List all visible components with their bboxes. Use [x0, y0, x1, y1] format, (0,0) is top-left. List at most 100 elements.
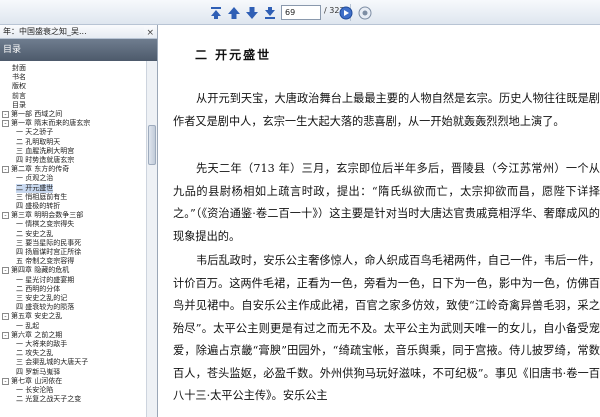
toc-item-label: 二 开元盛世 — [16, 183, 54, 193]
toc-item-label: 一 长安沦陷 — [16, 386, 54, 394]
toc-item[interactable]: - 第六章 之前之期 — [0, 331, 146, 340]
toc-item-label: 二 攻失之乱 — [16, 349, 54, 358]
toc-item[interactable]: 五 帝制之变宗容得 — [0, 257, 146, 266]
paragraph: 先天二年（713 年）三月，玄宗即位后半年多后，晋陵县（今江苏常州）一个从九品的… — [173, 162, 600, 243]
toc-item-label: 一 乱起 — [16, 321, 40, 330]
toc-item-label: 五 帝制之变宗容得 — [16, 257, 75, 266]
paragraph: 从开元到天宝，大唐政治舞台上最最主要的人物自然是玄宗。历史人物往往既是剧作者又是… — [173, 92, 600, 128]
toc-item-label: 三 血腥洗刷大明宫 — [16, 146, 75, 155]
toc-item-label: 四 扬眉谋时宫正所徐 — [16, 248, 82, 256]
toc-item[interactable]: 二 安史之乱 — [0, 230, 146, 239]
toolbar: / 323 — [0, 0, 600, 25]
toc-item-label: 二 安史之乱 — [16, 229, 54, 238]
toc-item[interactable]: - 第三章 明明会数争三部 — [0, 211, 146, 220]
toc-item-label: 书名 — [12, 73, 26, 82]
toc-item[interactable]: 四 罗新马嵬驿 — [0, 368, 146, 377]
toc-item[interactable]: 一 星光讨的盛宴期 — [0, 276, 146, 285]
toc-item-label: 四 罗新马嵬驿 — [16, 367, 61, 376]
toc-item-label: 第三章 明明会数争三部 — [11, 211, 84, 220]
collapse-icon[interactable]: - — [2, 313, 9, 321]
toc-item-label: 第四章 隐藏的危机 — [11, 266, 70, 275]
toc-item-label: 二 光复之战天子之变 — [16, 395, 82, 404]
toc-item[interactable]: 目录 — [0, 101, 146, 110]
toc-item[interactable]: 四 时势造就唐玄宗 — [0, 156, 146, 165]
toc-item-label: 一 天之骄子 — [16, 128, 54, 137]
sidebar-header: 目录 — [0, 39, 157, 61]
previous-page-icon[interactable] — [225, 4, 242, 21]
toc-item-label: 三 要当星际的民事死 — [16, 238, 82, 247]
section-title: 二 开元盛世 — [195, 48, 272, 62]
toc-item-label: 一 星光讨的盛宴期 — [16, 275, 75, 284]
toc-item-label: 四 盛衰较为的陨落 — [16, 303, 75, 312]
toc-item-label: 第五章 安史之乱 — [11, 312, 63, 321]
toc-item[interactable]: - 第四章 隐藏的危机 — [0, 266, 146, 275]
toc-item[interactable]: 一 天之骄子 — [0, 128, 146, 137]
document-tab-label: 年：中国盛衰之知_吴... — [3, 27, 87, 36]
close-icon[interactable]: × — [144, 26, 154, 38]
toc-item-label: 第一章 隋末而来的唐玄宗 — [11, 119, 91, 128]
next-page-icon[interactable] — [243, 4, 260, 21]
toc-item[interactable]: 四 盛衰较为的陨落 — [0, 303, 146, 312]
last-page-icon[interactable] — [261, 4, 278, 21]
toc-item[interactable]: 二 攻失之乱 — [0, 349, 146, 358]
toc-item[interactable]: 书名 — [0, 73, 146, 82]
collapse-icon[interactable]: - — [2, 212, 9, 220]
toc-item[interactable]: 三 安史之乱的记 — [0, 294, 146, 303]
toc-item[interactable]: 二 光复之战天子之变 — [0, 395, 146, 404]
toc-item-label: 一 贞观之治 — [16, 174, 54, 183]
toc-item[interactable]: - 第一部 西域之间 — [0, 110, 146, 119]
collapse-icon[interactable]: - — [2, 166, 9, 174]
toc-item[interactable]: 三 要当星际的民事死 — [0, 239, 146, 248]
toc-item[interactable]: 一 长安沦陷 — [0, 386, 146, 395]
document-view: 二 开元盛世 从开元到天宝，大唐政治舞台上最最主要的人物自然是玄宗。历史人物往往… — [159, 25, 600, 417]
collapse-icon[interactable]: - — [2, 111, 9, 118]
paragraph: 韦后乱政时，安乐公主奢侈惊人，命人织成百鸟毛裙两件，自己一件，韦后一件，计价百万… — [173, 254, 600, 402]
sidebar: 年：中国盛衰之知_吴... × 目录 封面 书名 版权 前言 目录 - 第一部 西域之间 - 第… — [0, 25, 158, 417]
toc-item[interactable]: 四 盛极的转折 — [0, 202, 146, 211]
toc-item-label: 一 大将来的敌手 — [16, 340, 68, 348]
toc-item[interactable]: 二 孔明取明天 — [0, 138, 146, 147]
go-icon[interactable] — [337, 4, 354, 21]
toc-item[interactable]: 版权 — [0, 82, 146, 91]
toc-item[interactable]: 三 会渠乱城的大唐天子 — [0, 358, 146, 367]
toc-item-label: 目录 — [12, 100, 26, 109]
page-number-input[interactable] — [281, 5, 321, 20]
toc-item-label: 第二章 东方的传奇 — [11, 165, 70, 174]
toc-item[interactable]: - 第五章 安史之乱 — [0, 312, 146, 321]
toc-item-label: 封面 — [12, 64, 26, 72]
collapse-icon[interactable]: - — [2, 120, 9, 128]
toc-item[interactable]: 三 血腥洗刷大明宫 — [0, 147, 146, 156]
toc-item-label: 四 盛极的转折 — [16, 202, 61, 210]
toc-item[interactable]: 一 情棋之变宗得失 — [0, 220, 146, 229]
sidebar-scrollbar[interactable] — [146, 61, 157, 417]
toc-item-label: 三 会渠乱城的大唐天子 — [16, 358, 89, 367]
table-of-contents-tree: 封面 书名 版权 前言 目录 - 第一部 西域之间 - 第一章 隋末而来的唐玄宗一 天之骄子二 … — [0, 64, 146, 417]
first-page-icon[interactable] — [207, 4, 224, 21]
toc-item-label: 二 孔明取明天 — [16, 137, 61, 146]
sidebar-scrollbar-thumb[interactable] — [148, 125, 156, 165]
toc-item[interactable]: 封面 — [0, 64, 146, 73]
toc-item-label: 第一部 西域之间 — [11, 110, 63, 118]
collapse-icon[interactable]: - — [2, 377, 9, 385]
toc-item[interactable]: 四 扬眉谋时宫正所徐 — [0, 248, 146, 257]
toc-item[interactable]: 一 乱起 — [0, 322, 146, 331]
toc-item[interactable]: 二 开元盛世 — [0, 183, 146, 193]
collapse-icon[interactable]: - — [2, 267, 9, 275]
toc-item[interactable]: - 第一章 隋末而来的唐玄宗 — [0, 119, 146, 128]
collapse-icon[interactable]: - — [2, 331, 9, 339]
toc-item[interactable]: 三 悄相庭前有生 — [0, 193, 146, 202]
toc-item[interactable]: 一 贞观之治 — [0, 174, 146, 183]
toc-item-label: 第七章 山河依在 — [11, 376, 63, 385]
toc-item[interactable]: - 第七章 山河依在 — [0, 377, 146, 386]
toc-item-label: 四 时势造就唐玄宗 — [16, 156, 75, 164]
toc-item-label: 前言 — [12, 91, 26, 100]
toc-item[interactable]: 一 大将来的敌手 — [0, 340, 146, 349]
zoom-icon[interactable] — [356, 4, 373, 21]
toc-item[interactable]: 前言 — [0, 92, 146, 101]
toc-item[interactable]: 二 西明的分体 — [0, 285, 146, 294]
toc-item-label: 三 安史之乱的记 — [16, 294, 68, 302]
toc-item-label: 二 西明的分体 — [16, 284, 61, 293]
document-tab[interactable]: 年：中国盛衰之知_吴... × — [0, 25, 157, 39]
toc-item-label: 第六章 之前之期 — [11, 330, 63, 339]
toc-item[interactable]: - 第二章 东方的传奇 — [0, 165, 146, 174]
